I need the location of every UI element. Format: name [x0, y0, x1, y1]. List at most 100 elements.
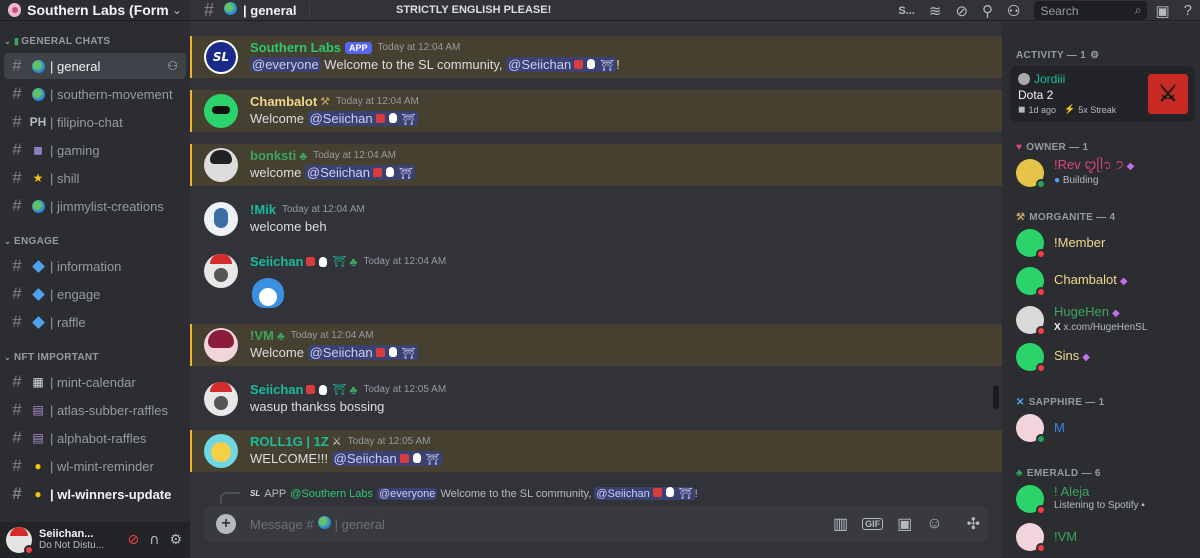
member-row[interactable]: !Member — [1010, 224, 1194, 262]
member-row[interactable]: ! Aleja Listening to Spotify ▪ — [1010, 480, 1194, 518]
channel-general[interactable]: # | general ⚇ — [4, 53, 186, 79]
mention-user[interactable]: @Seiichan ⛩ — [506, 57, 617, 72]
globe-icon — [30, 59, 46, 73]
mention-everyone[interactable]: @everyone — [250, 57, 321, 72]
mention-user[interactable]: @Seiichan ⛩ — [594, 487, 695, 500]
notification-muted-icon[interactable]: ⊘ — [955, 2, 968, 20]
category-engage[interactable]: ⌄ ENGAGE — [0, 231, 190, 251]
gear-icon[interactable]: ⚙ — [1090, 50, 1099, 61]
member-row[interactable]: !Rev ꨄ︎ᥫ᭡ ੭ ◆ ● Building — [1010, 154, 1194, 192]
channel-filipino-chat[interactable]: # PH | filipino-chat — [4, 109, 186, 135]
penguin-sticker[interactable] — [250, 274, 286, 310]
message[interactable]: Chambalot ⚒ Today at 12:04 AM Welcome @S… — [190, 90, 1002, 132]
apps-icon[interactable]: ✣ — [967, 514, 980, 534]
channel-topic[interactable]: STRICTLY ENGLISH PLEASE! — [396, 4, 551, 16]
channel-alphabot-raffles[interactable]: # ▤ | alphabot-raffles — [4, 425, 186, 451]
channel-wl-winners-update[interactable]: # ● | wl-winners-update — [4, 481, 186, 507]
pin-icon[interactable]: ⚲ — [982, 2, 993, 20]
gear-icon[interactable]: ⚙ — [169, 532, 182, 548]
message[interactable]: Seiichan ⛩ ♣ Today at 12:05 AM wasup tha… — [190, 378, 1002, 420]
activity-card[interactable]: Jordiii Dota 2 ◼ 1d ago ⚡ 5x Streak ⚔ — [1010, 66, 1194, 122]
message[interactable]: Seiichan ⛩ ♣ Today at 12:04 AM — [190, 250, 1002, 316]
channel-southern-movement[interactable]: # | southern-movement — [4, 81, 186, 107]
avatar[interactable] — [204, 94, 238, 128]
author-name[interactable]: !VM — [250, 328, 274, 343]
mention-user[interactable]: @Seiichan ⛩ — [331, 451, 442, 466]
reply-preview[interactable]: SL APP @Southern Labs @everyone Welcome … — [250, 487, 698, 500]
chevron-down-icon: ⌄ — [4, 36, 12, 46]
avatar — [1016, 414, 1046, 444]
category-general-chats[interactable]: ⌄ ▮ GENERAL CHATS — [0, 31, 190, 51]
channel-mint-calendar[interactable]: # ▦ | mint-calendar — [4, 369, 186, 395]
mention-user[interactable]: @Seiichan ⛩ — [304, 165, 415, 180]
role-icon: ♣ — [276, 328, 285, 343]
channel-atlas-subber-raffles[interactable]: # ▤ | atlas-subber-raffles — [4, 397, 186, 423]
member-list-icon[interactable]: ⚇ — [1007, 2, 1020, 20]
channel-raffle[interactable]: # | raffle — [4, 309, 186, 335]
avatar[interactable] — [1018, 73, 1030, 85]
author-name[interactable]: Seiichan — [250, 254, 303, 269]
message-composer[interactable]: + Message # | general ▥ GIF ▣ ☺ ✣ — [204, 506, 988, 542]
channel-information[interactable]: # | information — [4, 253, 186, 279]
category-nft-important[interactable]: ⌄ NFT IMPORTANT — [0, 347, 190, 367]
channel-engage[interactable]: # | engage — [4, 281, 186, 307]
message[interactable]: !Mik Today at 12:04 AM welcome beh — [190, 198, 1002, 240]
member-row[interactable]: M — [1010, 409, 1194, 447]
channel-wl-mint-reminder[interactable]: # ● | wl-mint-reminder — [4, 453, 186, 479]
avatar[interactable] — [204, 434, 238, 468]
activity-user[interactable]: Jordiii — [1034, 72, 1065, 86]
search-input[interactable]: Search ⌕ — [1034, 1, 1148, 20]
summary-label[interactable]: S... — [898, 5, 915, 17]
channel-gaming[interactable]: # ◼ | gaming — [4, 137, 186, 163]
server-header[interactable]: Southern Labs (Form... ⌄ — [0, 0, 190, 21]
message[interactable]: bonksti ♣ Today at 12:04 AM welcome @Sei… — [190, 144, 1002, 186]
mention-user[interactable]: @Seiichan ⛩ — [307, 111, 418, 126]
author-name[interactable]: Seiichan — [250, 382, 303, 397]
gif-button[interactable]: GIF — [862, 518, 884, 530]
avatar[interactable]: SL — [204, 40, 238, 74]
channel-shill[interactable]: # ★ | shill — [4, 165, 186, 191]
role-icon: ⚒ — [320, 96, 331, 108]
message-input[interactable]: Message # | general — [250, 516, 385, 532]
avatar[interactable] — [204, 382, 238, 416]
sapphire-header: ✕ SAPPHIRE — 1 — [1016, 397, 1105, 408]
help-icon[interactable]: ? — [1184, 2, 1192, 19]
author-name[interactable]: !Mik — [250, 202, 276, 217]
mention-user[interactable]: @Seiichan ⛩ — [307, 345, 418, 360]
avatar[interactable] — [204, 254, 238, 288]
divider — [308, 3, 310, 17]
headphones-icon[interactable]: ∩ — [149, 532, 159, 548]
avatar[interactable] — [204, 148, 238, 182]
mic-muted-icon[interactable]: ⊘ — [127, 532, 139, 548]
hash-icon: # — [12, 484, 22, 503]
add-attachment-button[interactable]: + — [216, 514, 236, 534]
member-row[interactable]: !VM — [1010, 518, 1194, 556]
avatar[interactable] — [204, 328, 238, 362]
avatar[interactable] — [204, 202, 238, 236]
message[interactable]: ROLL1G | 1Z ⚔ Today at 12:05 AM WELCOME!… — [190, 430, 1002, 472]
inbox-icon[interactable]: ▣ — [1155, 2, 1169, 20]
message[interactable]: SL Southern Labs APP Today at 12:04 AM @… — [190, 36, 1002, 78]
author-name[interactable]: ROLL1G | 1Z — [250, 434, 329, 449]
threads-icon[interactable]: ≋ — [929, 2, 942, 20]
message[interactable]: !VM ♣ Today at 12:04 AM Welcome @Seiicha… — [190, 324, 1002, 366]
chevron-down-icon[interactable]: ⌄ — [172, 3, 182, 17]
member-row[interactable]: HugeHen ◆ X x.com/HugeHenSL — [1010, 301, 1194, 339]
author-name[interactable]: Chambalot — [250, 94, 317, 109]
avatar — [1016, 343, 1046, 373]
sticker-icon[interactable]: ▣ — [897, 514, 912, 534]
mention-everyone[interactable]: @everyone — [376, 487, 438, 500]
reply-author[interactable]: @Southern Labs — [290, 488, 373, 500]
user-info[interactable]: Seiichan... Do Not Distu... — [39, 528, 104, 552]
author-name[interactable]: bonksti — [250, 148, 296, 163]
gift-icon[interactable]: ▥ — [833, 514, 848, 534]
channel-header: # | general STRICTLY ENGLISH PLEASE! S..… — [190, 0, 1200, 21]
member-row[interactable]: Chambalot ◆ — [1010, 262, 1194, 300]
emoji-icon[interactable]: ☺ — [926, 515, 942, 533]
scrollbar[interactable] — [993, 385, 999, 409]
channel-jimmylist-creations[interactable]: # | jimmylist-creations — [4, 193, 186, 219]
member-row[interactable]: Sins ◆ — [1010, 338, 1194, 376]
booster-icon: ◆ — [1082, 352, 1090, 363]
author-name[interactable]: Southern Labs — [250, 40, 341, 55]
add-member-icon[interactable]: ⚇ — [167, 59, 178, 73]
